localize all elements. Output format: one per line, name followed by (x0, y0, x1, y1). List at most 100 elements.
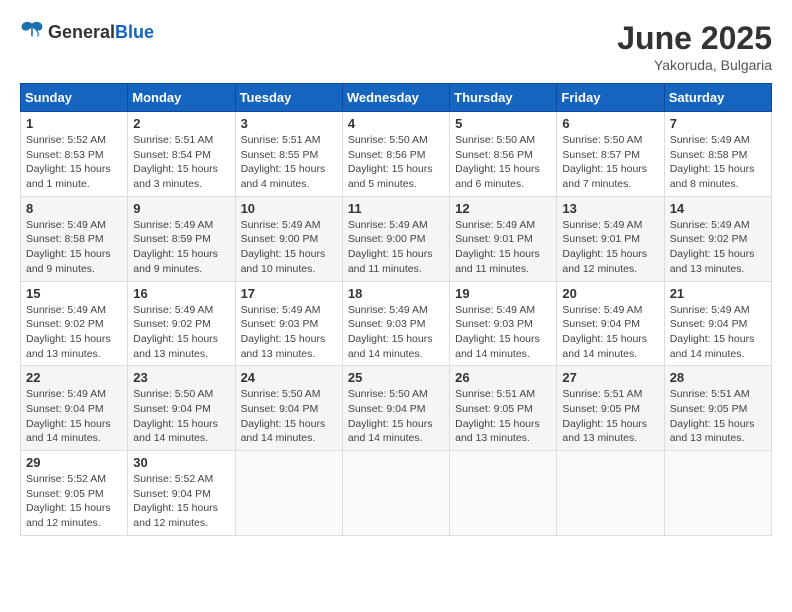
day-info: Sunrise: 5:49 AM Sunset: 9:03 PM Dayligh… (455, 303, 551, 362)
calendar-table: Sunday Monday Tuesday Wednesday Thursday… (20, 83, 772, 536)
header-tuesday: Tuesday (235, 84, 342, 112)
calendar-header-row: Sunday Monday Tuesday Wednesday Thursday… (21, 84, 772, 112)
table-row: 19 Sunrise: 5:49 AM Sunset: 9:03 PM Dayl… (450, 281, 557, 366)
day-number: 24 (241, 370, 337, 385)
day-info: Sunrise: 5:49 AM Sunset: 9:01 PM Dayligh… (562, 218, 658, 277)
day-info: Sunrise: 5:51 AM Sunset: 9:05 PM Dayligh… (670, 387, 766, 446)
table-row (342, 451, 449, 536)
day-number: 2 (133, 116, 229, 131)
day-info: Sunrise: 5:50 AM Sunset: 9:04 PM Dayligh… (241, 387, 337, 446)
day-info: Sunrise: 5:49 AM Sunset: 9:04 PM Dayligh… (670, 303, 766, 362)
day-info: Sunrise: 5:49 AM Sunset: 9:01 PM Dayligh… (455, 218, 551, 277)
day-number: 29 (26, 455, 122, 470)
header-saturday: Saturday (664, 84, 771, 112)
table-row: 20 Sunrise: 5:49 AM Sunset: 9:04 PM Dayl… (557, 281, 664, 366)
calendar-week-row: 29 Sunrise: 5:52 AM Sunset: 9:05 PM Dayl… (21, 451, 772, 536)
day-info: Sunrise: 5:50 AM Sunset: 8:57 PM Dayligh… (562, 133, 658, 192)
day-info: Sunrise: 5:51 AM Sunset: 8:54 PM Dayligh… (133, 133, 229, 192)
table-row: 6 Sunrise: 5:50 AM Sunset: 8:57 PM Dayli… (557, 112, 664, 197)
table-row: 9 Sunrise: 5:49 AM Sunset: 8:59 PM Dayli… (128, 196, 235, 281)
day-number: 10 (241, 201, 337, 216)
table-row: 7 Sunrise: 5:49 AM Sunset: 8:58 PM Dayli… (664, 112, 771, 197)
day-info: Sunrise: 5:50 AM Sunset: 9:04 PM Dayligh… (348, 387, 444, 446)
day-info: Sunrise: 5:52 AM Sunset: 9:04 PM Dayligh… (133, 472, 229, 531)
table-row: 15 Sunrise: 5:49 AM Sunset: 9:02 PM Dayl… (21, 281, 128, 366)
table-row (450, 451, 557, 536)
calendar-week-row: 8 Sunrise: 5:49 AM Sunset: 8:58 PM Dayli… (21, 196, 772, 281)
header-friday: Friday (557, 84, 664, 112)
table-row: 23 Sunrise: 5:50 AM Sunset: 9:04 PM Dayl… (128, 366, 235, 451)
day-number: 4 (348, 116, 444, 131)
logo-text-blue: Blue (115, 22, 154, 42)
day-info: Sunrise: 5:51 AM Sunset: 9:05 PM Dayligh… (455, 387, 551, 446)
day-number: 18 (348, 286, 444, 301)
day-number: 21 (670, 286, 766, 301)
header-sunday: Sunday (21, 84, 128, 112)
table-row: 28 Sunrise: 5:51 AM Sunset: 9:05 PM Dayl… (664, 366, 771, 451)
table-row (235, 451, 342, 536)
day-number: 6 (562, 116, 658, 131)
day-info: Sunrise: 5:49 AM Sunset: 9:00 PM Dayligh… (348, 218, 444, 277)
day-info: Sunrise: 5:52 AM Sunset: 8:53 PM Dayligh… (26, 133, 122, 192)
table-row: 21 Sunrise: 5:49 AM Sunset: 9:04 PM Dayl… (664, 281, 771, 366)
table-row: 13 Sunrise: 5:49 AM Sunset: 9:01 PM Dayl… (557, 196, 664, 281)
table-row: 25 Sunrise: 5:50 AM Sunset: 9:04 PM Dayl… (342, 366, 449, 451)
day-number: 20 (562, 286, 658, 301)
day-number: 12 (455, 201, 551, 216)
title-area: June 2025 Yakoruda, Bulgaria (617, 20, 772, 73)
table-row: 18 Sunrise: 5:49 AM Sunset: 9:03 PM Dayl… (342, 281, 449, 366)
month-title: June 2025 (617, 20, 772, 57)
day-info: Sunrise: 5:52 AM Sunset: 9:05 PM Dayligh… (26, 472, 122, 531)
day-number: 19 (455, 286, 551, 301)
day-info: Sunrise: 5:50 AM Sunset: 9:04 PM Dayligh… (133, 387, 229, 446)
header-wednesday: Wednesday (342, 84, 449, 112)
table-row: 26 Sunrise: 5:51 AM Sunset: 9:05 PM Dayl… (450, 366, 557, 451)
table-row: 5 Sunrise: 5:50 AM Sunset: 8:56 PM Dayli… (450, 112, 557, 197)
table-row: 30 Sunrise: 5:52 AM Sunset: 9:04 PM Dayl… (128, 451, 235, 536)
day-info: Sunrise: 5:50 AM Sunset: 8:56 PM Dayligh… (348, 133, 444, 192)
table-row: 22 Sunrise: 5:49 AM Sunset: 9:04 PM Dayl… (21, 366, 128, 451)
location-subtitle: Yakoruda, Bulgaria (617, 57, 772, 73)
table-row: 24 Sunrise: 5:50 AM Sunset: 9:04 PM Dayl… (235, 366, 342, 451)
table-row: 27 Sunrise: 5:51 AM Sunset: 9:05 PM Dayl… (557, 366, 664, 451)
day-number: 14 (670, 201, 766, 216)
day-number: 27 (562, 370, 658, 385)
day-info: Sunrise: 5:49 AM Sunset: 9:00 PM Dayligh… (241, 218, 337, 277)
table-row: 16 Sunrise: 5:49 AM Sunset: 9:02 PM Dayl… (128, 281, 235, 366)
day-number: 9 (133, 201, 229, 216)
logo-text-general: General (48, 22, 115, 42)
table-row: 1 Sunrise: 5:52 AM Sunset: 8:53 PM Dayli… (21, 112, 128, 197)
header-monday: Monday (128, 84, 235, 112)
day-number: 23 (133, 370, 229, 385)
table-row: 11 Sunrise: 5:49 AM Sunset: 9:00 PM Dayl… (342, 196, 449, 281)
day-info: Sunrise: 5:49 AM Sunset: 8:59 PM Dayligh… (133, 218, 229, 277)
day-info: Sunrise: 5:50 AM Sunset: 8:56 PM Dayligh… (455, 133, 551, 192)
table-row: 2 Sunrise: 5:51 AM Sunset: 8:54 PM Dayli… (128, 112, 235, 197)
day-number: 17 (241, 286, 337, 301)
day-info: Sunrise: 5:49 AM Sunset: 9:03 PM Dayligh… (241, 303, 337, 362)
day-number: 16 (133, 286, 229, 301)
day-number: 5 (455, 116, 551, 131)
table-row: 29 Sunrise: 5:52 AM Sunset: 9:05 PM Dayl… (21, 451, 128, 536)
table-row (557, 451, 664, 536)
table-row: 3 Sunrise: 5:51 AM Sunset: 8:55 PM Dayli… (235, 112, 342, 197)
day-number: 28 (670, 370, 766, 385)
table-row: 4 Sunrise: 5:50 AM Sunset: 8:56 PM Dayli… (342, 112, 449, 197)
day-number: 30 (133, 455, 229, 470)
logo-bird-icon (20, 20, 44, 40)
day-info: Sunrise: 5:49 AM Sunset: 8:58 PM Dayligh… (670, 133, 766, 192)
calendar-week-row: 1 Sunrise: 5:52 AM Sunset: 8:53 PM Dayli… (21, 112, 772, 197)
day-number: 8 (26, 201, 122, 216)
day-number: 7 (670, 116, 766, 131)
calendar-week-row: 15 Sunrise: 5:49 AM Sunset: 9:02 PM Dayl… (21, 281, 772, 366)
header-thursday: Thursday (450, 84, 557, 112)
day-number: 25 (348, 370, 444, 385)
day-info: Sunrise: 5:49 AM Sunset: 9:02 PM Dayligh… (670, 218, 766, 277)
day-info: Sunrise: 5:49 AM Sunset: 9:04 PM Dayligh… (562, 303, 658, 362)
table-row: 14 Sunrise: 5:49 AM Sunset: 9:02 PM Dayl… (664, 196, 771, 281)
table-row: 12 Sunrise: 5:49 AM Sunset: 9:01 PM Dayl… (450, 196, 557, 281)
day-number: 22 (26, 370, 122, 385)
day-info: Sunrise: 5:49 AM Sunset: 9:02 PM Dayligh… (26, 303, 122, 362)
table-row (664, 451, 771, 536)
day-info: Sunrise: 5:49 AM Sunset: 8:58 PM Dayligh… (26, 218, 122, 277)
